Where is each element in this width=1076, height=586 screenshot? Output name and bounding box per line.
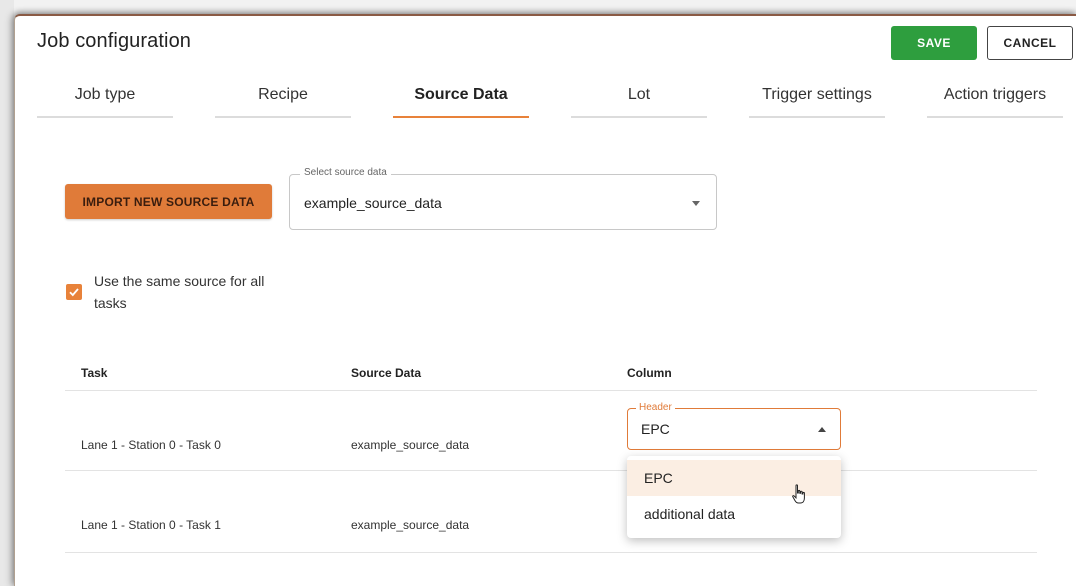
- source-cell: example_source_data: [351, 518, 470, 532]
- tab-lot[interactable]: Lot: [571, 82, 707, 118]
- select-source-data-dropdown[interactable]: Select source data example_source_data: [289, 167, 717, 230]
- header-select-label: Header: [636, 402, 675, 413]
- table-divider: [65, 390, 1037, 391]
- same-source-checkbox[interactable]: [66, 284, 82, 300]
- select-source-data-label: Select source data: [300, 167, 391, 178]
- hand-pointer-cursor: [792, 484, 805, 504]
- same-source-label: Use the same source for all tasks: [94, 273, 265, 311]
- task-cell: Lane 1 - Station 0 - Task 0: [81, 438, 221, 452]
- job-configuration-dialog: Job configuration SAVE CANCEL Job type R…: [14, 14, 1076, 586]
- table-divider: [65, 552, 1037, 553]
- save-button[interactable]: SAVE: [891, 26, 977, 60]
- tab-recipe[interactable]: Recipe: [215, 82, 351, 118]
- tab-source-data[interactable]: Source Data: [393, 82, 529, 118]
- dialog-title: Job configuration: [37, 30, 192, 52]
- tab-trigger-settings[interactable]: Trigger settings: [749, 82, 885, 118]
- header-select-value: EPC: [641, 421, 670, 437]
- select-source-data-value: example_source_data: [304, 195, 442, 211]
- tab-bar: Job type Recipe Source Data Lot Trigger …: [15, 82, 1076, 122]
- task-cell: Lane 1 - Station 0 - Task 1: [81, 518, 221, 532]
- table-divider: [65, 470, 1037, 471]
- column-header-select[interactable]: Header EPC: [627, 402, 841, 450]
- column-header-task: Task: [81, 366, 108, 380]
- chevron-up-icon: [818, 427, 826, 432]
- column-header-source-data: Source Data: [351, 366, 422, 380]
- tab-action-triggers[interactable]: Action triggers: [927, 82, 1063, 118]
- cancel-button[interactable]: CANCEL: [987, 26, 1073, 60]
- column-header-column: Column: [627, 366, 672, 380]
- tab-job-type[interactable]: Job type: [37, 82, 173, 118]
- chevron-down-icon: [692, 201, 700, 206]
- import-source-data-button[interactable]: IMPORT NEW SOURCE DATA: [65, 184, 272, 219]
- source-cell: example_source_data: [351, 438, 470, 452]
- backdrop-edge: [0, 0, 14, 586]
- check-icon: [69, 288, 79, 297]
